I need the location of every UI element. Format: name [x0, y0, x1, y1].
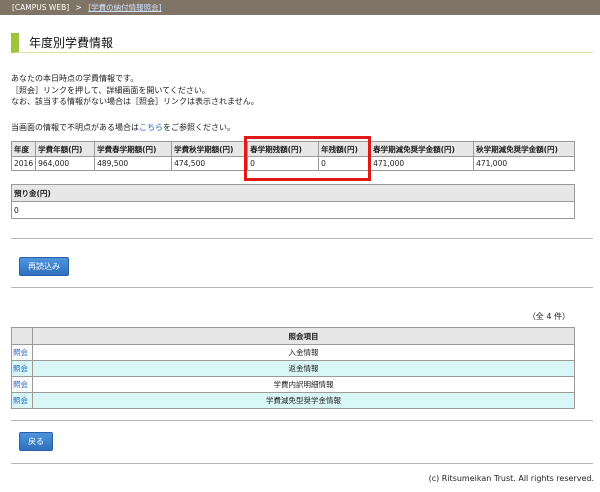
help-note: 当画面の情報で不明点がある場合はこちらをご参照ください。	[11, 122, 235, 133]
cell-annual-fee: 964,000	[35, 156, 96, 171]
table-row: 照会 入金情報	[11, 344, 575, 361]
breadcrumb-separator: >	[75, 3, 82, 12]
inquiry-item: 学費減免型奨学金情報	[32, 392, 575, 409]
intro-line: あなたの本日時点の学費情報です。	[11, 74, 139, 83]
divider	[11, 420, 593, 421]
inquiry-item: 返金情報	[32, 360, 575, 377]
breadcrumb-current[interactable]: [学費の納付情報照会]	[88, 3, 161, 12]
inquiry-link-scholarship[interactable]: 照会	[11, 392, 33, 409]
intro-text: あなたの本日時点の学費情報です。 ［照会］リンクを押して、詳細画面を開いてくださ…	[11, 73, 259, 108]
intro-line: なお、該当する情報がない場合は［照会］リンクは表示されません。	[11, 97, 259, 106]
intro-line: ［照会］リンクを押して、詳細画面を開いてください。	[11, 85, 210, 95]
cell-spring-fee: 489,500	[94, 156, 173, 171]
cell-fall-fee: 474,500	[171, 156, 249, 171]
inquiry-item: 入金情報	[32, 344, 575, 361]
fee-table-header-row: 年度 学費年額(円) 学費春学期額(円) 学費秋学期額(円) 春学期残額(円) …	[10, 141, 575, 157]
deposit-value: 0	[11, 201, 575, 219]
cell-annual-balance: 0	[318, 156, 372, 171]
inquiry-header-blank	[11, 327, 33, 345]
page-title: 年度別学費情報	[11, 33, 593, 53]
table-row: 2016 964,000 489,500 474,500 0 0 471,000…	[10, 156, 575, 171]
table-row: 照会 返金情報	[11, 360, 575, 377]
col-spring-scholarship: 春学期減免奨学金額(円)	[370, 141, 475, 157]
cell-spring-scholarship: 471,000	[370, 156, 475, 171]
table-row: 照会 学費内訳明細情報	[11, 376, 575, 393]
cell-fall-scholarship: 471,000	[473, 156, 575, 171]
col-year: 年度	[10, 141, 37, 157]
col-annual-fee: 学費年額(円)	[35, 141, 96, 157]
deposit-header: 預り金(円)	[11, 184, 575, 202]
breadcrumb: [CAMPUS WEB] > [学費の納付情報照会]	[0, 0, 600, 15]
fee-table: 年度 学費年額(円) 学費春学期額(円) 学費秋学期額(円) 春学期残額(円) …	[10, 141, 575, 171]
table-row: 照会 学費減免型奨学金情報	[11, 392, 575, 409]
inquiry-table: 照会項目 照会 入金情報 照会 返金情報 照会 学費内訳明細情報 照会 学費減免…	[11, 327, 575, 409]
inquiry-item: 学費内訳明細情報	[32, 376, 575, 393]
divider	[11, 287, 593, 288]
help-note-prefix: 当画面の情報で不明点がある場合は	[11, 123, 139, 132]
col-fall-fee: 学費秋学期額(円)	[171, 141, 249, 157]
help-link[interactable]: こちら	[139, 123, 163, 132]
inquiry-link-refund[interactable]: 照会	[11, 360, 33, 377]
cell-year: 2016	[10, 156, 37, 171]
col-fall-scholarship: 秋学期減免奨学金額(円)	[473, 141, 575, 157]
deposit-table: 預り金(円) 0	[11, 184, 575, 219]
reload-button[interactable]: 再読込み	[19, 257, 69, 276]
result-count: （全 4 件）	[527, 312, 570, 321]
help-note-suffix: をご参照ください。	[163, 123, 235, 132]
col-spring-balance: 春学期残額(円)	[247, 141, 320, 157]
cell-spring-balance: 0	[247, 156, 320, 171]
divider	[11, 463, 593, 464]
inquiry-link-payment[interactable]: 照会	[11, 344, 33, 361]
col-annual-balance: 年残額(円)	[318, 141, 372, 157]
breadcrumb-root[interactable]: [CAMPUS WEB]	[12, 3, 69, 12]
copyright: (c) Ritsumeikan Trust. All rights reserv…	[428, 474, 594, 483]
inquiry-link-breakdown[interactable]: 照会	[11, 376, 33, 393]
divider	[11, 238, 593, 239]
inquiry-header: 照会項目	[32, 327, 575, 345]
back-button[interactable]: 戻る	[19, 432, 53, 451]
col-spring-fee: 学費春学期額(円)	[94, 141, 173, 157]
